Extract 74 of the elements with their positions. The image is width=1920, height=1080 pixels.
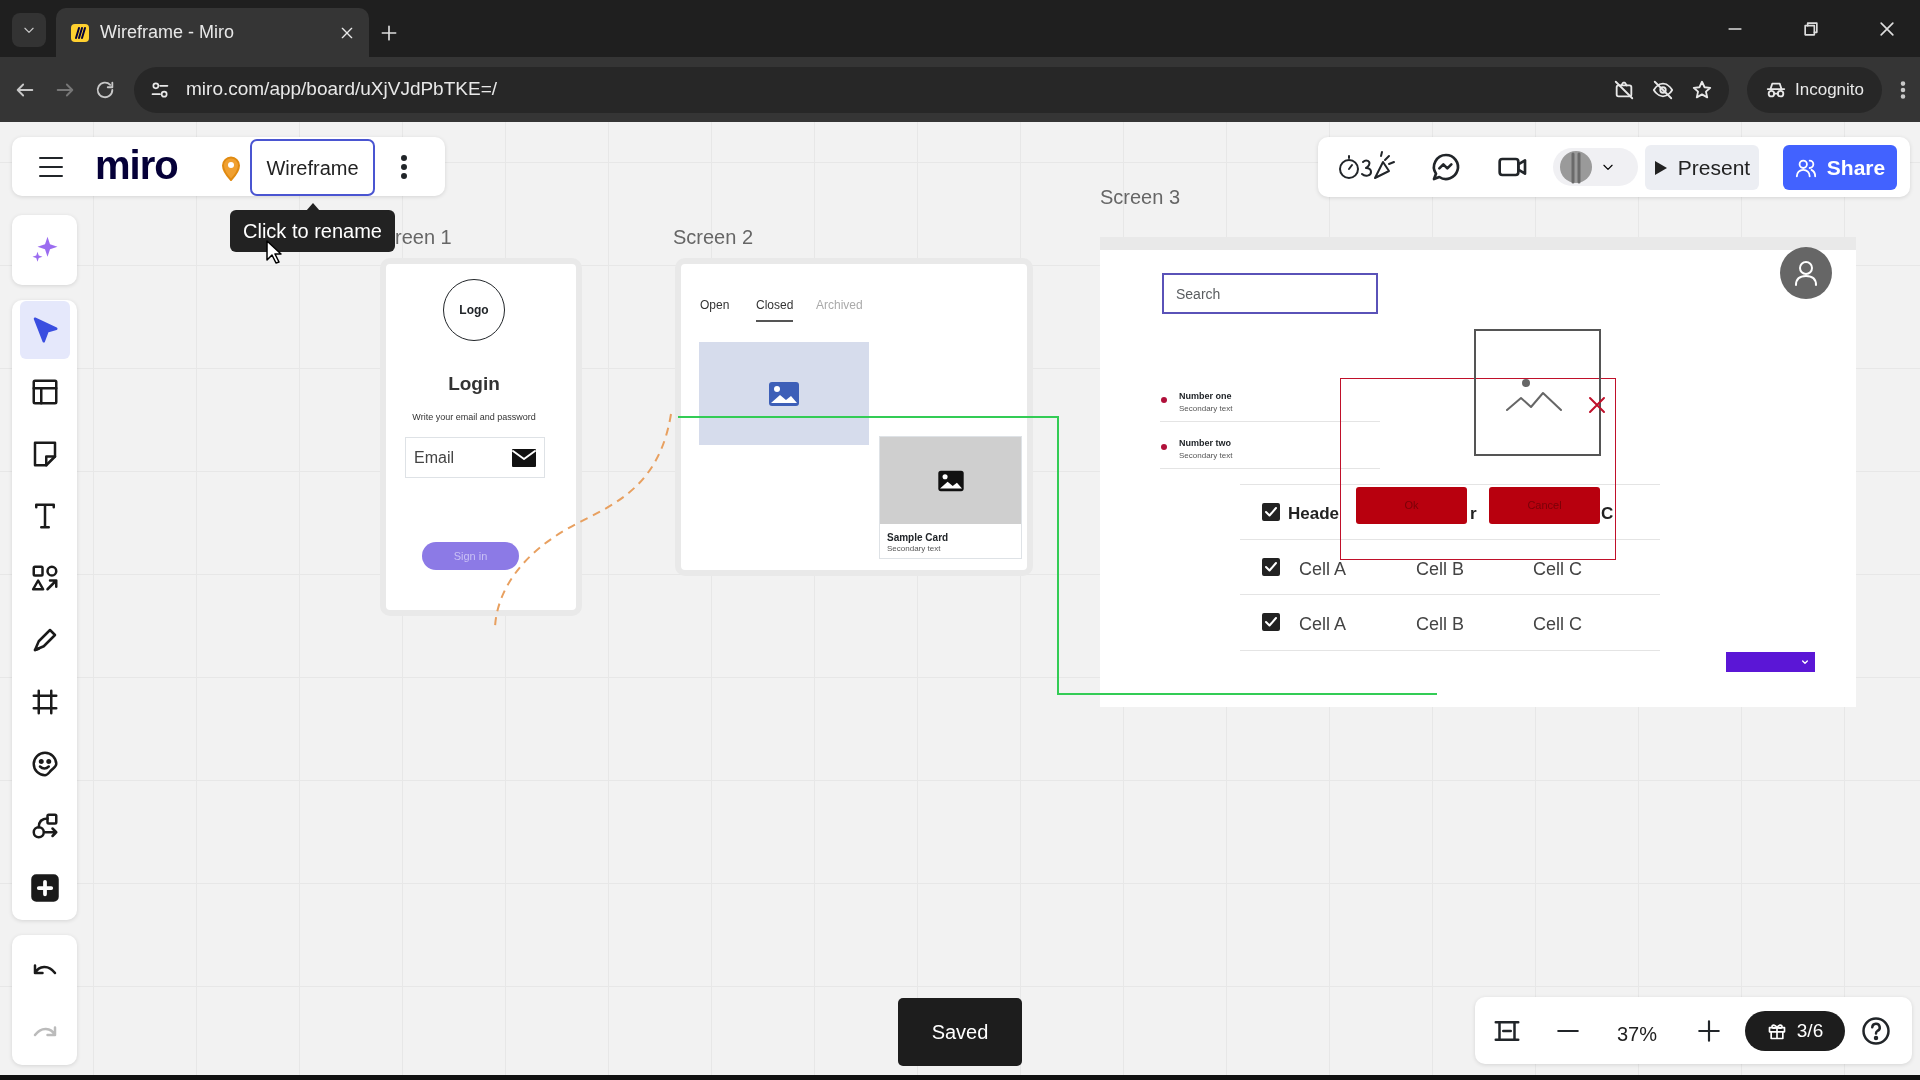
onboarding-button[interactable]: 3/6	[1745, 1011, 1845, 1051]
menu-icon[interactable]	[38, 156, 64, 178]
tab-label: Archived	[816, 297, 863, 314]
login-title: Login	[447, 372, 501, 396]
tab-title: Wireframe - Miro	[100, 21, 235, 44]
help-icon[interactable]	[1861, 1016, 1891, 1046]
list-item-title: Number two	[1179, 437, 1231, 450]
miro-logo: miro	[95, 145, 178, 185]
toolbar-panel	[12, 215, 77, 285]
saved-toast: Saved	[898, 998, 1022, 1066]
sticker-icon	[30, 749, 60, 779]
email-field: Email	[405, 437, 545, 478]
card-subtitle: Secondary text	[887, 543, 941, 555]
close-icon[interactable]	[1877, 19, 1897, 39]
play-icon	[1653, 159, 1668, 176]
column-header: Heade	[1288, 503, 1340, 525]
column-header: C	[1601, 503, 1614, 525]
share-button[interactable]: Share	[1783, 145, 1897, 190]
present-button[interactable]: Present	[1645, 145, 1759, 190]
table-cell-text: Cell A	[1299, 613, 1347, 636]
chevron-down-icon	[1801, 658, 1809, 666]
frame-title[interactable]: reen 1	[395, 222, 452, 252]
favicon-icon	[70, 22, 90, 43]
frame-icon	[30, 687, 60, 717]
bullet-icon	[1160, 396, 1168, 404]
tab-label: Closed	[756, 296, 794, 322]
more-icon[interactable]	[401, 154, 407, 180]
table-cell-text: Cell C	[1533, 558, 1582, 581]
list-item-subtitle: Secondary text	[1179, 450, 1233, 462]
location-pin-icon[interactable]	[221, 155, 241, 181]
bullet-icon	[1160, 443, 1168, 451]
browser-tab[interactable]: Wireframe - Miro	[56, 8, 369, 57]
envelope-icon	[512, 448, 536, 467]
address-bar[interactable]: miro.com/app/board/uXjVJdPbTKE=/	[134, 66, 1729, 113]
tab-label: Open	[700, 297, 730, 314]
search-field[interactable]: Search	[1162, 273, 1378, 314]
card-title: Sample Card	[887, 531, 949, 545]
gift-icon	[1766, 1021, 1787, 1041]
table-cell-text: Cell C	[1533, 613, 1582, 636]
chat-icon[interactable]	[1430, 151, 1462, 183]
url-text: miro.com/app/board/uXjVJdPbTKE=/	[186, 77, 498, 102]
frame-background[interactable]	[1100, 237, 1856, 707]
zoom-in-icon[interactable]	[1696, 1018, 1722, 1044]
diagram-icon	[30, 811, 60, 841]
tooltip: Click to rename	[230, 210, 395, 252]
table-cell-text: Cell A	[1299, 558, 1347, 581]
frame-title[interactable]: Screen 2	[673, 222, 754, 252]
list-item-title: Number one	[1179, 390, 1232, 403]
camera-off-icon[interactable]	[1613, 78, 1635, 101]
add-icon	[30, 873, 60, 903]
image-icon	[768, 380, 800, 407]
avatar-icon	[1559, 150, 1593, 184]
restore-icon[interactable]	[1801, 19, 1821, 39]
close-icon	[1588, 396, 1606, 414]
shapes-icon	[30, 563, 60, 593]
more-icon[interactable]	[1900, 78, 1906, 101]
eye-off-icon[interactable]	[1651, 78, 1675, 101]
user-menu-button[interactable]	[1553, 148, 1638, 186]
user-icon	[1794, 260, 1818, 286]
plus-icon[interactable]	[379, 23, 399, 43]
image-icon	[936, 469, 965, 492]
zoom-level: 37%	[1617, 1022, 1658, 1047]
cursor-icon	[266, 240, 282, 264]
template-icon	[30, 377, 60, 407]
table-cell-text: Cell B	[1416, 558, 1464, 581]
frame-title[interactable]: Screen 3	[1100, 182, 1181, 212]
login-subtitle: Write your email and password	[411, 411, 537, 424]
list-item-subtitle: Secondary text	[1179, 403, 1233, 415]
table-cell-text: Cell B	[1416, 613, 1464, 636]
incognito-button[interactable]: Incognito	[1747, 66, 1882, 113]
board-name-field[interactable]: Wireframe	[250, 139, 375, 196]
tooltip-arrow-icon	[306, 203, 320, 211]
star-icon[interactable]	[1691, 78, 1713, 101]
column-header: r	[1470, 503, 1477, 525]
